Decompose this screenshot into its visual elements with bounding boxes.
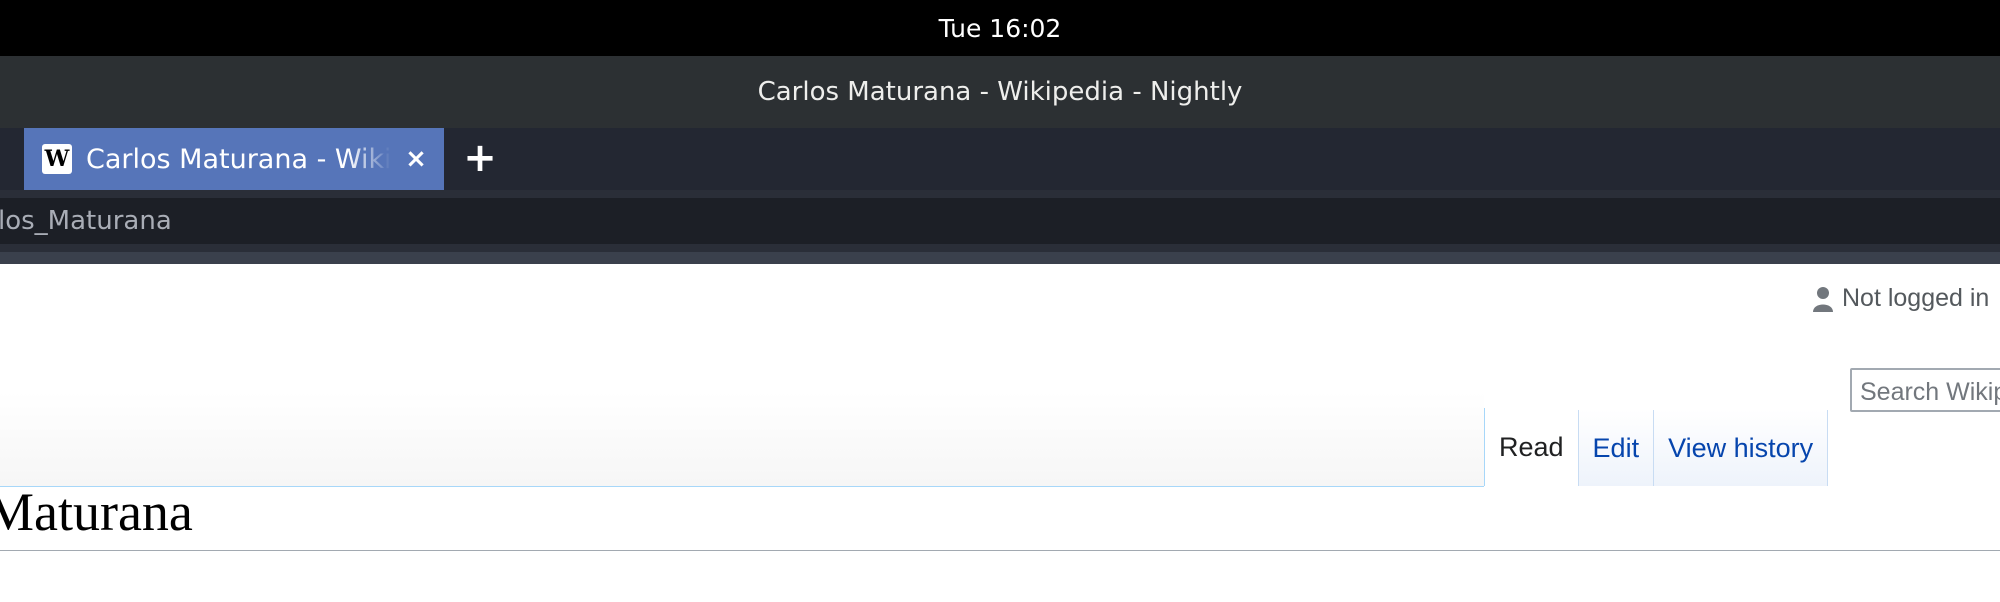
navigation-bar: los_Maturana — [0, 190, 2000, 264]
not-logged-in-text: Not logged in — [1842, 284, 1990, 312]
system-top-bar: Tue 16:02 — [0, 0, 2000, 56]
clock[interactable]: Tue 16:02 — [939, 14, 1062, 43]
user-icon — [1813, 286, 1833, 312]
toolbar-divider — [0, 252, 2000, 264]
wikipedia-favicon-icon: W — [42, 144, 72, 174]
url-text: los_Maturana — [0, 206, 172, 236]
wikipedia-page: Not logged in Read Edit View history Mat… — [0, 264, 2000, 602]
new-tab-button[interactable]: + — [456, 128, 504, 190]
url-bar[interactable]: los_Maturana — [0, 198, 2000, 244]
tab-edit-label: Edit — [1592, 432, 1640, 463]
window-title-bar: Carlos Maturana - Wikipedia - Nightly — [0, 56, 2000, 129]
tab-active[interactable]: W Carlos Maturana - Wikipedia × — [24, 128, 444, 190]
close-tab-icon[interactable]: × — [401, 144, 431, 174]
personal-tools: Not logged in — [1812, 284, 1989, 313]
page-title-text: Maturana — [0, 482, 193, 542]
tab-read-label: Read — [1499, 431, 1564, 462]
tab-view-history-label: View history — [1668, 432, 1814, 463]
previous-tab-edge[interactable]: : — [0, 128, 24, 190]
page-views-tabs: Read Edit View history — [1484, 346, 1829, 486]
search-box[interactable] — [1850, 368, 2000, 412]
page-title: Maturana — [0, 474, 2000, 551]
tab-strip: : W Carlos Maturana - Wikipedia × + — [0, 128, 2000, 190]
window-title: Carlos Maturana - Wikipedia - Nightly — [757, 77, 1243, 107]
tab-title: Carlos Maturana - Wikipedia — [86, 143, 391, 175]
page-header-band — [0, 328, 1484, 487]
search-input[interactable] — [1860, 378, 2000, 407]
